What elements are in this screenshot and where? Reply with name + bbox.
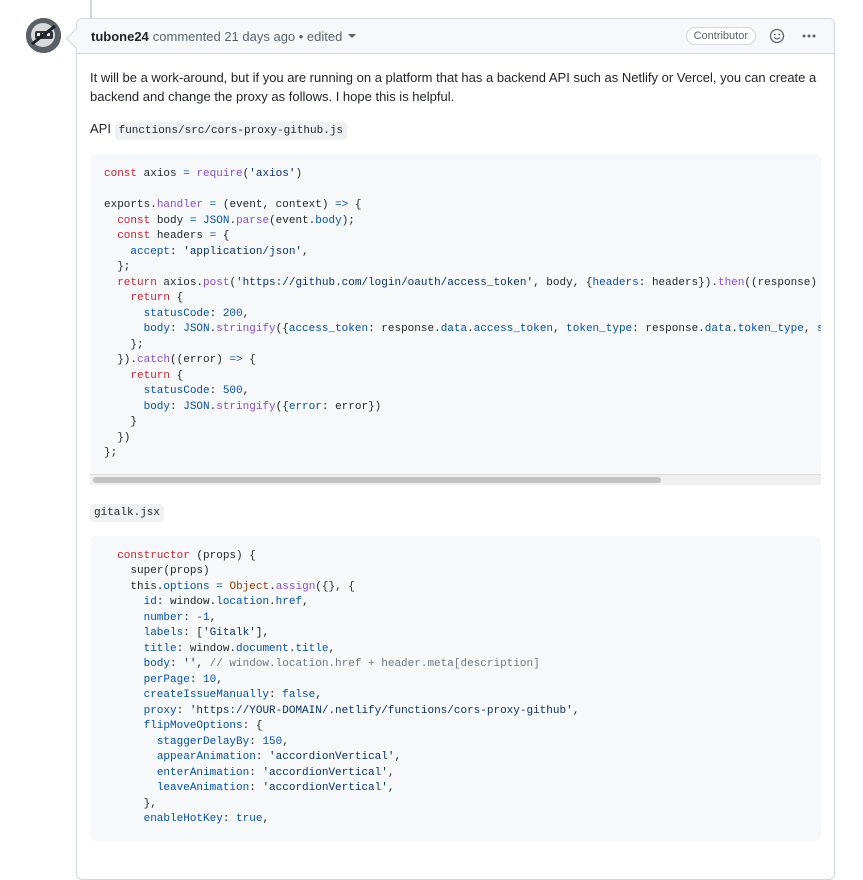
kebab-menu-icon[interactable] xyxy=(798,25,820,47)
code-block-api[interactable]: const axios = require('axios') exports.h… xyxy=(90,154,821,474)
code-line: title: window.document.title, xyxy=(143,642,336,655)
smiley-icon[interactable] xyxy=(766,25,788,47)
caret-down-icon[interactable] xyxy=(348,34,357,38)
code-block-jsx[interactable]: constructor (props) { super(props) this.… xyxy=(90,535,821,841)
code-line: body: '', // window.location.href + head… xyxy=(143,658,540,670)
code-line: number: -1, xyxy=(143,611,217,624)
code-line: appearAnimation: 'accordionVertical', xyxy=(156,751,402,763)
code-line: this.options = Object.assign({}, { xyxy=(104,580,355,593)
code-line: }).catch((error) => { xyxy=(104,354,256,366)
code-line: }; xyxy=(104,261,131,273)
code-line: return axios.post('https://github.com/lo… xyxy=(117,276,821,289)
code-line: return { xyxy=(130,369,184,382)
code-line: constructor (props) { xyxy=(117,549,256,562)
contributor-badge: Contributor xyxy=(685,27,756,45)
code-line: perPage: 10, xyxy=(143,673,223,686)
code-line: body: JSON.stringify({error: error}) xyxy=(143,400,382,413)
comment-meta[interactable]: commented 21 days ago • edited xyxy=(153,29,343,44)
api-file-code: functions/src/cors-proxy-github.js xyxy=(114,122,348,140)
code-line: proxy: 'https://YOUR-DOMAIN/.netlify/fun… xyxy=(143,704,580,717)
comment-body: It will be a work-around, but if you are… xyxy=(77,54,834,855)
code-line: enableHotKey: true, xyxy=(143,813,270,825)
code-line: id: window.location.href, xyxy=(143,596,309,608)
avatar[interactable] xyxy=(26,18,61,53)
api-label: API xyxy=(90,121,111,136)
comment-header: tubone24 commented 21 days ago • edited … xyxy=(77,19,834,54)
code-line: const body = JSON.parse(event.body); xyxy=(117,214,355,227)
code-line: labels: ['Gitalk'], xyxy=(143,627,270,639)
code-line: accept: 'application/json', xyxy=(130,245,309,258)
code-line: return { xyxy=(130,292,184,304)
code-line: }, xyxy=(104,797,157,810)
code-line: flipMoveOptions: { xyxy=(143,720,263,732)
code-line: staggerDelayBy: 150, xyxy=(156,735,289,748)
code-line: createIssueManually: false, xyxy=(143,689,322,701)
code-line: exports.handler = (event, context) => { xyxy=(104,199,362,211)
code-line: enterAnimation: 'accordionVertical', xyxy=(156,766,395,779)
comment-box: tubone24 commented 21 days ago • edited … xyxy=(76,18,835,880)
code-line: statusCode: 500, xyxy=(143,385,250,397)
code-line: super(props) xyxy=(104,565,210,577)
comment-author[interactable]: tubone24 xyxy=(91,29,149,44)
avatar-image xyxy=(26,18,61,53)
jsx-line: gitalk.jsx xyxy=(90,501,821,523)
api-line: API functions/src/cors-proxy-github.js xyxy=(90,119,821,141)
code-scrollbar[interactable] xyxy=(90,473,821,485)
timeline-line xyxy=(90,0,92,18)
code-line: const axios = require('axios') xyxy=(104,168,303,180)
code-line: }) xyxy=(104,431,131,444)
comment-paragraph: It will be a work-around, but if you are… xyxy=(90,70,817,104)
code-line: body: JSON.stringify({access_token: resp… xyxy=(143,323,821,335)
code-line: }; xyxy=(104,447,118,459)
code-line: const headers = { xyxy=(117,230,230,242)
scrollbar-thumb[interactable] xyxy=(93,476,661,483)
code-line: } xyxy=(104,416,138,428)
code-line: leaveAnimation: 'accordionVertical', xyxy=(156,782,395,794)
code-line: }; xyxy=(104,338,144,351)
code-line: statusCode: 200, xyxy=(143,307,250,320)
jsx-file-code: gitalk.jsx xyxy=(90,503,165,522)
